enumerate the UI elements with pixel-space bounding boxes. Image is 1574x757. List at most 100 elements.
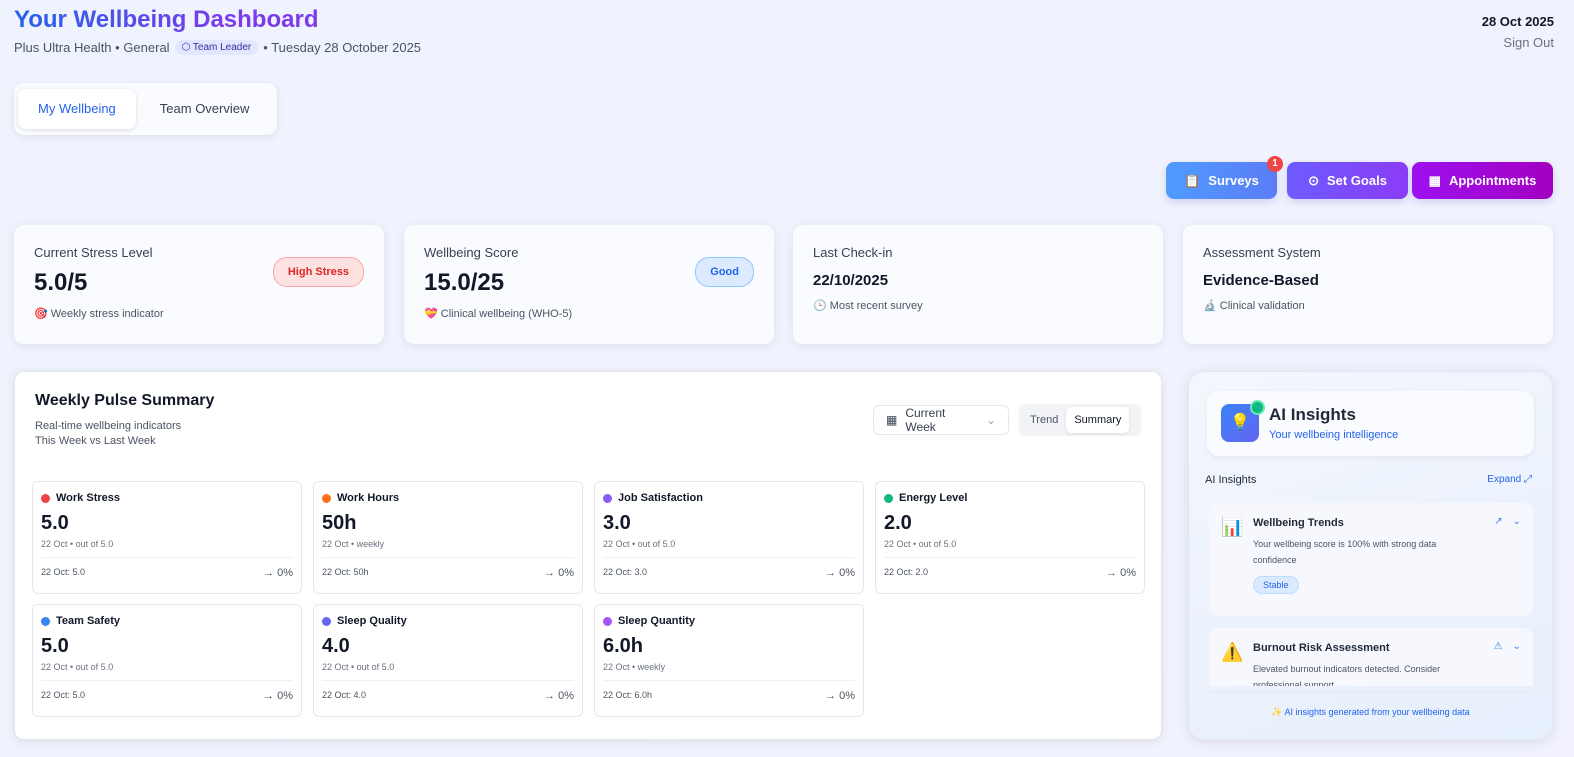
alert-triangle-icon: ⚠ bbox=[1493, 641, 1503, 652]
metric-previous: 22 Oct: 5.0 bbox=[41, 567, 86, 577]
status-dot bbox=[1250, 400, 1265, 415]
metric-change: → 0% bbox=[1106, 567, 1136, 579]
warning-icon: ⚠️ bbox=[1221, 642, 1244, 662]
metric-change: → 0% bbox=[825, 567, 855, 579]
insight-title: Burnout Risk Assessment bbox=[1253, 642, 1390, 654]
trend-badge: Stable bbox=[1253, 576, 1299, 594]
metric-color-dot bbox=[41, 616, 50, 626]
stat-note: 💝 Clinical wellbeing (WHO-5) bbox=[424, 308, 573, 320]
metric-card[interactable]: Work Hours 50h 22 Oct • weekly 22 Oct: 5… bbox=[313, 481, 583, 594]
status-badge: Good bbox=[695, 257, 754, 287]
metric-color-dot bbox=[603, 616, 612, 626]
panel-title: Weekly Pulse Summary bbox=[35, 392, 215, 409]
org-label: Plus Ultra Health • General bbox=[14, 40, 170, 55]
wellbeing-score-card: Wellbeing Score 15.0/25 💝 Clinical wellb… bbox=[404, 225, 774, 344]
sign-out-link[interactable]: Sign Out bbox=[1482, 35, 1554, 50]
set-goals-button[interactable]: ⊙ Set Goals bbox=[1287, 162, 1408, 199]
insight-card[interactable]: ⚠️ Burnout Risk Assessment Elevated burn… bbox=[1209, 628, 1533, 686]
stat-value: 22/10/2025 bbox=[813, 272, 889, 289]
ai-insights-panel: 💡 AI Insights Your wellbeing intelligenc… bbox=[1188, 371, 1553, 740]
metric-card[interactable]: Job Satisfaction 3.0 22 Oct • out of 5.0… bbox=[594, 481, 864, 594]
calendar-icon: ▦ bbox=[886, 413, 898, 427]
metric-sub: 22 Oct • weekly bbox=[322, 539, 574, 558]
metric-color-dot bbox=[322, 493, 331, 503]
toggle-summary[interactable]: Summary bbox=[1066, 407, 1130, 433]
metric-header: Job Satisfaction bbox=[603, 492, 855, 504]
notification-badge: 1 bbox=[1267, 156, 1283, 172]
tab-my-wellbeing[interactable]: My Wellbeing bbox=[18, 89, 136, 129]
bar-chart-icon: 📊 bbox=[1221, 517, 1244, 537]
subtitle: Plus Ultra Health • General ⬡ Team Leade… bbox=[14, 40, 421, 55]
metric-previous: 22 Oct: 6.0h bbox=[603, 690, 653, 700]
metric-sub: 22 Oct • out of 5.0 bbox=[322, 662, 574, 681]
metric-value: 2.0 bbox=[884, 512, 912, 534]
week-select[interactable]: ▦ Current Week ⌄ bbox=[873, 405, 1009, 435]
metric-previous: 22 Oct: 50h bbox=[322, 567, 369, 577]
metric-color-dot bbox=[322, 616, 331, 626]
metric-card[interactable]: Sleep Quantity 6.0h 22 Oct • weekly 22 O… bbox=[594, 604, 864, 717]
toggle-trend[interactable]: Trend bbox=[1022, 407, 1066, 433]
metric-name: Work Hours bbox=[337, 492, 400, 504]
metric-card[interactable]: Sleep Quality 4.0 22 Oct • out of 5.0 22… bbox=[313, 604, 583, 717]
expand-button[interactable]: Expand ⤢ bbox=[1487, 474, 1532, 485]
view-tabs: My Wellbeing Team Overview bbox=[14, 83, 277, 135]
metric-card[interactable]: Work Stress 5.0 22 Oct • out of 5.0 22 O… bbox=[32, 481, 302, 594]
chevron-down-icon: ⌄ bbox=[985, 413, 996, 427]
stat-note: 🕒 Most recent survey bbox=[813, 300, 923, 312]
stat-note: 🎯 Weekly stress indicator bbox=[34, 308, 164, 320]
chevron-down-icon[interactable]: ⌄ bbox=[1513, 641, 1521, 652]
ai-title: AI Insights bbox=[1269, 405, 1356, 424]
metric-sub: 22 Oct • out of 5.0 bbox=[603, 539, 855, 558]
surveys-button[interactable]: 📋 Surveys 1 bbox=[1166, 156, 1283, 199]
stat-label: Assessment System bbox=[1203, 245, 1321, 260]
insight-desc: Elevated burnout indicators detected. Co… bbox=[1253, 664, 1441, 686]
week-select-value: Current Week bbox=[905, 406, 946, 434]
metric-name: Sleep Quantity bbox=[618, 615, 696, 627]
metric-color-dot bbox=[603, 493, 612, 503]
subtitle-text: Real-time wellbeing indicators bbox=[35, 420, 182, 432]
metric-value: 3.0 bbox=[603, 512, 631, 534]
chevron-down-icon[interactable]: ⌄ bbox=[1513, 516, 1521, 527]
section-title: AI Insights bbox=[1205, 474, 1257, 486]
metric-card[interactable]: Team Safety 5.0 22 Oct • out of 5.0 22 O… bbox=[32, 604, 302, 717]
panel-subtitle: Real-time wellbeing indicators This Week… bbox=[35, 419, 181, 449]
metric-sub: 22 Oct • out of 5.0 bbox=[884, 539, 1136, 558]
metric-name: Team Safety bbox=[56, 615, 120, 627]
insight-card[interactable]: 📊 Wellbeing Trends Your wellbeing score … bbox=[1209, 503, 1533, 616]
metric-value: 5.0 bbox=[41, 512, 69, 534]
metric-header: Work Hours bbox=[322, 492, 574, 504]
appointments-label: Appointments bbox=[1448, 173, 1537, 188]
stat-value: Evidence-Based bbox=[1203, 272, 1319, 289]
clipboard-icon: 📋 bbox=[1184, 172, 1201, 188]
insight-title: Wellbeing Trends bbox=[1253, 517, 1344, 529]
metric-change: → 0% bbox=[544, 567, 574, 579]
tab-team-overview[interactable]: Team Overview bbox=[140, 89, 270, 129]
calendar-icon: ▦ bbox=[1428, 172, 1441, 188]
header-right: 28 Oct 2025 Sign Out bbox=[1482, 14, 1554, 50]
current-date: 28 Oct 2025 bbox=[1481, 14, 1554, 29]
view-toggle: Trend Summary bbox=[1019, 404, 1141, 436]
ai-footer: ✨ AI insights generated from your wellbe… bbox=[1209, 692, 1532, 718]
metric-previous: 22 Oct: 2.0 bbox=[884, 567, 929, 577]
ai-header: 💡 AI Insights Your wellbeing intelligenc… bbox=[1207, 391, 1534, 456]
surveys-label: Surveys bbox=[1208, 173, 1259, 188]
metric-change: → 0% bbox=[263, 690, 293, 702]
metric-header: Sleep Quantity bbox=[603, 615, 855, 627]
insight-desc: Your wellbeing score is 100% with strong… bbox=[1253, 539, 1437, 565]
metric-header: Sleep Quality bbox=[322, 615, 574, 627]
stress-card: Current Stress Level 5.0/5 🎯 Weekly stre… bbox=[14, 225, 384, 344]
metric-card[interactable]: Energy Level 2.0 22 Oct • out of 5.0 22 … bbox=[875, 481, 1145, 594]
metric-change: → 0% bbox=[825, 690, 855, 702]
metric-value: 6.0h bbox=[603, 635, 644, 657]
status-badge: High Stress bbox=[272, 257, 364, 287]
weekly-pulse-panel: Weekly Pulse Summary Real-time wellbeing… bbox=[14, 371, 1162, 740]
role-label: Team Leader bbox=[192, 42, 252, 53]
metric-value: 4.0 bbox=[322, 635, 350, 657]
appointments-button[interactable]: ▦ Appointments bbox=[1412, 162, 1553, 199]
metric-name: Job Satisfaction bbox=[618, 492, 703, 504]
compare-text: This Week vs Last Week bbox=[35, 435, 156, 447]
metric-value: 5.0 bbox=[41, 635, 69, 657]
metric-previous: 22 Oct: 5.0 bbox=[41, 690, 86, 700]
metric-header: Energy Level bbox=[884, 492, 1136, 504]
last-checkin-card: Last Check-in 22/10/2025 🕒 Most recent s… bbox=[793, 225, 1163, 344]
